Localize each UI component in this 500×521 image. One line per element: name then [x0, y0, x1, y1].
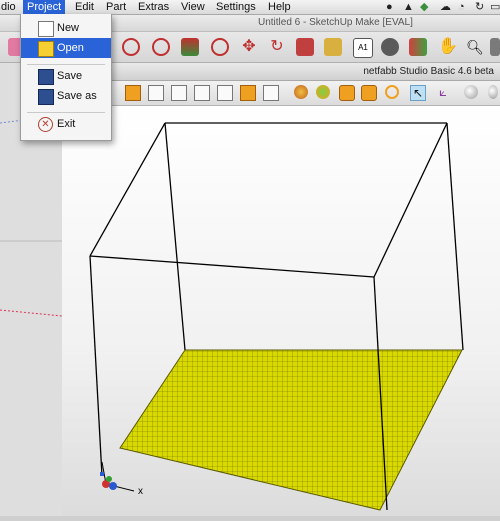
menu-item-save[interactable]: Save — [21, 66, 111, 86]
save-as-icon — [38, 89, 54, 105]
menu-item-open[interactable]: Open — [21, 38, 111, 58]
shading-icon[interactable] — [294, 85, 308, 99]
zoom-icon[interactable] — [385, 85, 399, 99]
floppy-disk-icon — [38, 69, 54, 85]
netfabb-toolbar: ↖ ⟀ — [62, 81, 500, 106]
move-tool-icon[interactable]: ✥ — [240, 38, 258, 56]
push-pull-icon[interactable] — [181, 38, 199, 56]
menu-item-exit[interactable]: ✕ Exit — [21, 114, 111, 134]
menu-help[interactable]: Help — [264, 0, 295, 14]
menu-item-save-as-label: Save as — [57, 90, 97, 102]
x-axis-label: x — [138, 486, 143, 497]
scale-tool-icon[interactable] — [296, 38, 314, 56]
sketchup-window-title: Untitled 6 - SketchUp Make [EVAL] — [258, 17, 413, 28]
menu-item-new[interactable]: New — [21, 18, 111, 38]
open-folder-icon — [38, 41, 54, 57]
pointer-select-icon[interactable]: ↖ — [410, 85, 426, 101]
paint-bucket-icon[interactable] — [409, 38, 427, 56]
view-front-icon[interactable] — [125, 85, 141, 101]
tape-measure-icon[interactable] — [324, 38, 342, 56]
menu-project[interactable]: Project — [23, 0, 66, 14]
zoom-tool-icon[interactable]: 🔍︎ — [466, 38, 484, 56]
menu-separator — [27, 112, 105, 113]
view-bottom-icon[interactable] — [240, 85, 256, 101]
sphere-icon[interactable] — [464, 85, 478, 99]
display-icon[interactable]: ▭ — [490, 1, 500, 13]
menu-part[interactable]: Part — [102, 0, 130, 14]
view-iso-icon[interactable] — [263, 85, 279, 101]
color-mode-icon[interactable] — [316, 85, 330, 99]
menu-separator — [27, 64, 105, 65]
sync-arrows-icon[interactable]: ↻ — [475, 1, 484, 13]
sync-app-icon[interactable]: ◆ — [420, 1, 428, 13]
menu-item-exit-label: Exit — [57, 118, 76, 130]
view-back-icon[interactable] — [148, 85, 164, 101]
circle-tool-icon[interactable] — [122, 38, 140, 56]
view-top-icon[interactable] — [217, 85, 233, 101]
menu-settings[interactable]: Settings — [212, 0, 260, 14]
zoom-fit-icon[interactable] — [339, 85, 355, 101]
text-tool-icon[interactable]: A1 — [353, 38, 373, 58]
menu-item-save-label: Save — [57, 70, 83, 82]
status-dot-icon[interactable]: ● — [386, 1, 393, 13]
toolbar-overflow-icon[interactable] — [490, 38, 500, 56]
build-volume-scene: x — [89, 122, 464, 511]
pan-hand-icon[interactable]: ✋ — [438, 38, 458, 56]
cloud-icon[interactable]: ☁ — [440, 1, 451, 13]
netfabb-title-bar: netfabb Studio Basic 4.6 beta — [62, 63, 500, 81]
menu-item-new-label: New — [57, 22, 80, 34]
view-left-icon[interactable] — [171, 85, 187, 101]
drive-icon[interactable]: ▲ — [403, 1, 414, 13]
exit-circle-icon: ✕ — [38, 117, 53, 132]
build-platform — [119, 349, 463, 511]
axes-tool-icon[interactable] — [381, 38, 399, 56]
arc-tool-icon[interactable] — [152, 38, 170, 56]
new-file-icon — [38, 21, 54, 37]
menu-view[interactable]: View — [177, 0, 209, 14]
netfabb-window-title: netfabb Studio Basic 4.6 beta — [363, 66, 494, 77]
origin-axes-icon — [100, 461, 135, 492]
project-menu-dropdown: New Open Save Save as ✕ Exit — [20, 14, 112, 141]
menu-item-open-label: Open — [57, 42, 84, 54]
axis-orient-icon[interactable]: ⟀ — [436, 85, 450, 99]
menu-app-name[interactable]: dio — [0, 0, 20, 14]
view-right-icon[interactable] — [194, 85, 210, 101]
sphere-small-icon[interactable] — [488, 85, 498, 99]
menu-edit[interactable]: Edit — [71, 0, 98, 14]
menu-extras[interactable]: Extras — [134, 0, 173, 14]
follow-me-icon[interactable] — [211, 38, 229, 56]
menu-item-save-as[interactable]: Save as — [21, 86, 111, 106]
menubar: dio Project Edit Part Extras View Settin… — [0, 0, 500, 15]
rotate-tool-icon[interactable]: ↻ — [268, 38, 286, 56]
zoom-selection-icon[interactable] — [361, 85, 377, 101]
netfabb-3d-viewport[interactable]: x — [62, 106, 500, 516]
timer-icon[interactable]: ◔ — [458, 1, 465, 13]
